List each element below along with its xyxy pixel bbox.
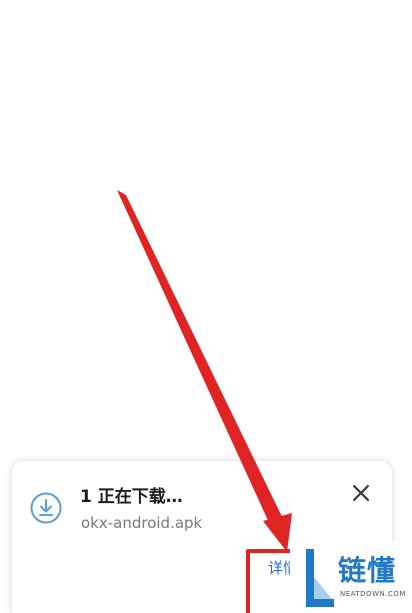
logo-icon [306, 549, 334, 607]
download-filename: okx-android.apk [81, 514, 203, 532]
watermark-url: NEATDOWN.COM [340, 590, 406, 598]
close-icon[interactable] [349, 481, 373, 505]
site-watermark: 链懂 NEATDOWN.COM [290, 541, 412, 613]
download-icon [30, 492, 62, 524]
watermark-name: 链懂 [338, 554, 397, 587]
download-status-title: 1 正在下载… [80, 487, 183, 507]
